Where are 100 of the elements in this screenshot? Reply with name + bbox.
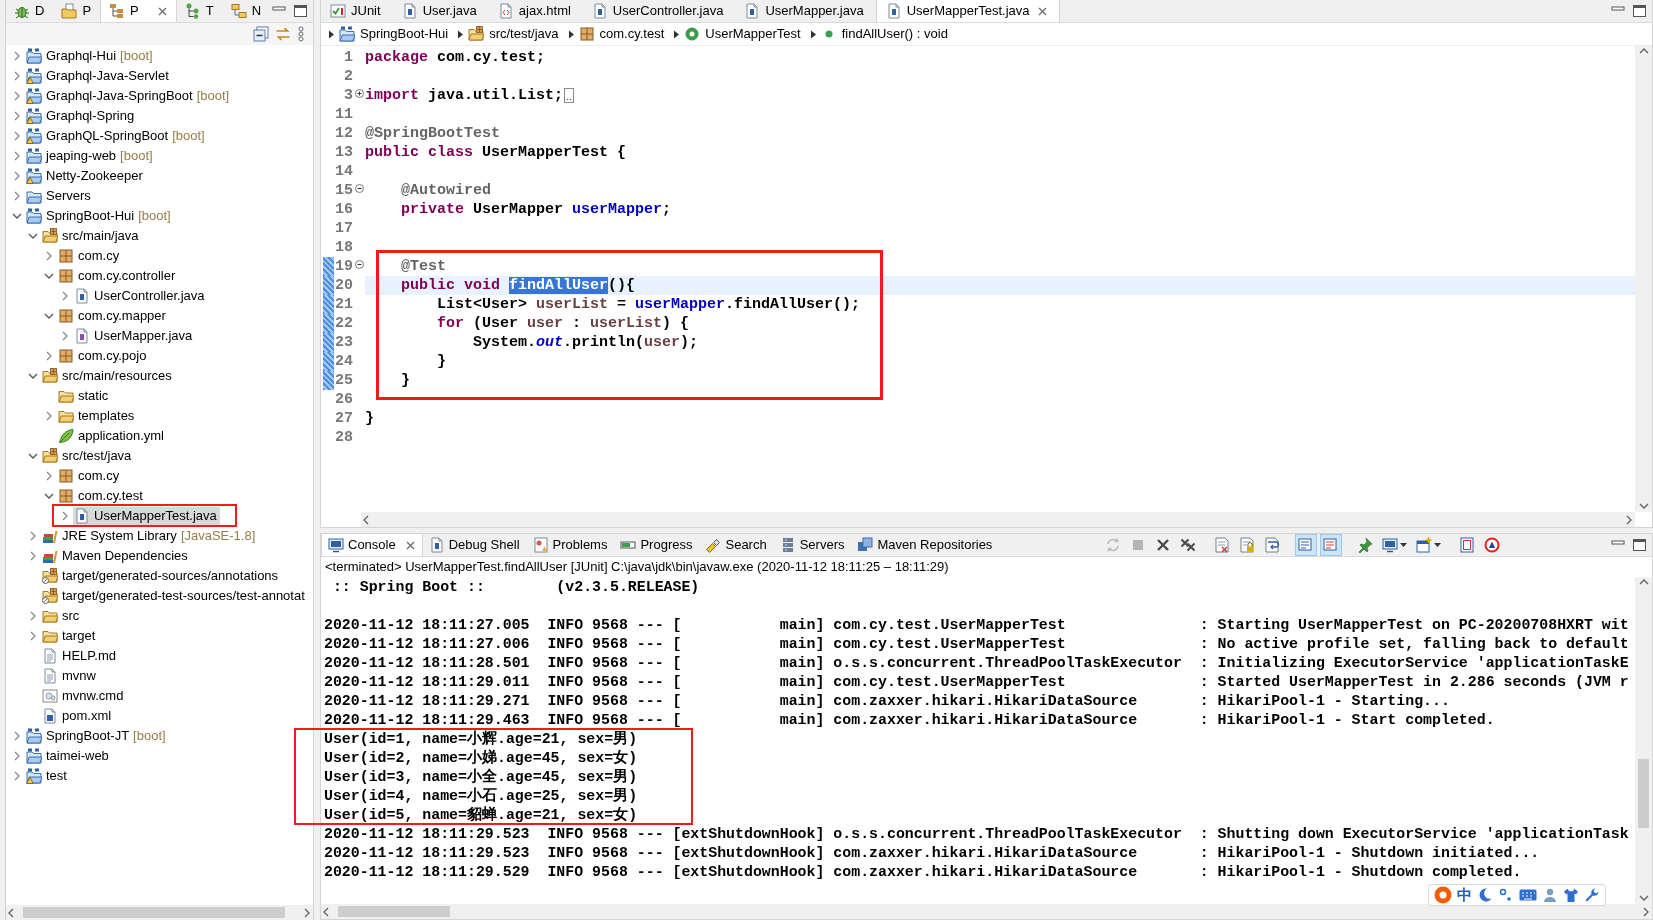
tree-item[interactable]: Servers xyxy=(25,187,94,205)
chevron-right-icon[interactable] xyxy=(12,731,22,741)
chevron-down-icon[interactable] xyxy=(44,271,54,281)
view-tab[interactable]: Problems xyxy=(526,534,615,556)
tree-item[interactable]: UserMapperTest.java xyxy=(73,507,220,525)
tree-item[interactable]: SpringBoot-JT [boot] xyxy=(25,727,169,745)
chevron-right-icon[interactable] xyxy=(44,251,54,261)
editor-tab[interactable]: UserMapperTest.java xyxy=(875,0,1060,22)
tree-item[interactable]: pom.xml xyxy=(41,707,115,725)
chevron-right-icon[interactable] xyxy=(12,71,22,81)
editor-tab[interactable]: User.java xyxy=(392,0,489,22)
breadcrumb-item[interactable]: UserMapperTest xyxy=(684,24,801,44)
tree-item[interactable]: test xyxy=(25,767,70,785)
chevron-right-icon[interactable] xyxy=(28,631,38,641)
tree-item[interactable]: HELP.md xyxy=(41,647,119,665)
tree-item[interactable]: com.cy.test xyxy=(57,487,146,505)
keyboard-icon[interactable] xyxy=(1519,888,1537,902)
view-tab[interactable]: N xyxy=(222,0,271,22)
tree-item[interactable]: target/generated-test-sources/test-annotat xyxy=(41,587,308,605)
chevron-right-icon[interactable] xyxy=(60,511,70,521)
tree-item[interactable]: target/generated-sources/annotations xyxy=(41,567,282,585)
wrench-icon[interactable] xyxy=(1584,887,1600,903)
chevron-right-icon[interactable] xyxy=(28,611,38,621)
chevron-right-icon[interactable] xyxy=(28,531,38,541)
triangle-right-icon[interactable] xyxy=(567,29,575,39)
tree-item[interactable]: templates xyxy=(57,407,138,425)
punctuation-icon[interactable] xyxy=(1498,887,1514,903)
chevron-right-icon[interactable] xyxy=(12,51,22,61)
tree-item[interactable]: jeaping-web [boot] xyxy=(25,147,156,165)
tree-item[interactable]: SpringBoot-Hui [boot] xyxy=(25,207,174,225)
tree-item[interactable]: target xyxy=(41,627,99,645)
view-tab[interactable]: Debug Shell xyxy=(422,534,527,556)
folded-code-icon[interactable] xyxy=(564,88,575,103)
triangle-right-icon[interactable] xyxy=(457,29,465,39)
chevron-right-icon[interactable] xyxy=(44,411,54,421)
collapse-icon[interactable] xyxy=(354,260,364,269)
breadcrumb-item[interactable]: com.cy.test xyxy=(578,24,665,44)
chevron-right-icon[interactable] xyxy=(28,551,38,561)
more-icon[interactable] xyxy=(297,26,305,42)
maximize-icon[interactable] xyxy=(1633,5,1646,17)
tree-item[interactable]: mvnw.cmd xyxy=(41,687,127,705)
view-tab[interactable]: P xyxy=(53,0,101,22)
view-tab[interactable]: D xyxy=(6,0,54,22)
vertical-scrollbar[interactable] xyxy=(1635,46,1652,512)
tree-item[interactable]: UserMapper.java xyxy=(73,327,196,345)
maximize-icon[interactable] xyxy=(1633,539,1646,551)
tree-item[interactable]: GraphQL-SpringBoot [boot] xyxy=(25,127,208,145)
scrollbar-thumb[interactable] xyxy=(338,906,450,917)
chevron-right-icon[interactable] xyxy=(60,291,70,301)
chevron-down-icon[interactable] xyxy=(28,231,38,241)
tree-item[interactable]: Graphql-Java-Servlet xyxy=(25,67,172,85)
tree-item[interactable]: com.cy.mapper xyxy=(57,307,169,325)
view-tab[interactable]: Search xyxy=(699,534,774,556)
triangle-right-icon[interactable] xyxy=(809,29,817,39)
chevron-right-icon[interactable] xyxy=(12,191,22,201)
collapse-icon[interactable] xyxy=(354,184,364,193)
tree-item[interactable]: com.cy xyxy=(57,467,123,485)
chevron-right-icon[interactable] xyxy=(12,771,22,781)
view-tab[interactable]: Maven Repositories xyxy=(851,534,1000,556)
view-tab[interactable]: T xyxy=(176,0,223,22)
scrollbar-thumb[interactable] xyxy=(23,907,285,918)
tree-item[interactable]: com.cy.pojo xyxy=(57,347,150,365)
tree-item[interactable]: com.cy.controller xyxy=(57,267,179,285)
caret-down-icon[interactable] xyxy=(1399,543,1407,547)
chevron-right-icon[interactable] xyxy=(12,151,22,161)
editor-tab[interactable]: ajax.html xyxy=(488,0,583,22)
tree-item[interactable]: com.cy xyxy=(57,247,123,265)
breadcrumb-item[interactable]: findAllUser() : void xyxy=(820,24,948,44)
ime-mode-button[interactable]: 中 xyxy=(1457,886,1472,904)
tree-item[interactable]: Graphql-Hui [boot] xyxy=(25,47,156,65)
horizontal-scrollbar[interactable] xyxy=(361,512,1635,527)
tree-item[interactable]: Netty-Zookeeper xyxy=(25,167,146,185)
tree-item[interactable]: Graphql-Spring xyxy=(25,107,138,125)
tree-item[interactable]: JRE System Library [JavaSE-1.8] xyxy=(41,527,259,545)
breadcrumb-item[interactable]: src/test/java xyxy=(468,24,559,44)
tree-item[interactable]: static xyxy=(57,387,112,405)
chevron-right-icon[interactable] xyxy=(12,171,22,181)
close-icon[interactable] xyxy=(157,6,167,16)
logo-icon[interactable] xyxy=(1434,886,1452,904)
tree-item[interactable]: src/main/java xyxy=(41,227,142,245)
expand-icon[interactable] xyxy=(354,89,364,98)
chevron-down-icon[interactable] xyxy=(44,311,54,321)
horizontal-scrollbar[interactable] xyxy=(321,904,1652,919)
scrollbar-thumb[interactable] xyxy=(1638,759,1649,828)
chevron-right-icon[interactable] xyxy=(44,471,54,481)
view-tab[interactable]: Console xyxy=(321,534,423,556)
chevron-right-icon[interactable] xyxy=(12,91,22,101)
tree-item[interactable]: taimei-web xyxy=(25,747,112,765)
tree-item[interactable]: src/main/resources xyxy=(41,367,175,385)
chevron-right-icon[interactable] xyxy=(12,131,22,141)
chevron-right-icon[interactable] xyxy=(60,331,70,341)
tree-item[interactable]: src/test/java xyxy=(41,447,135,465)
two-arrows-icon[interactable] xyxy=(275,26,291,42)
caret-down-icon[interactable] xyxy=(1433,543,1441,547)
view-tab[interactable]: P xyxy=(100,0,177,22)
chevron-right-icon[interactable] xyxy=(12,751,22,761)
horizontal-scrollbar[interactable] xyxy=(6,905,313,920)
chevron-right-icon[interactable] xyxy=(12,111,22,121)
chevron-down-icon[interactable] xyxy=(12,211,22,221)
moon-icon[interactable] xyxy=(1477,887,1493,903)
